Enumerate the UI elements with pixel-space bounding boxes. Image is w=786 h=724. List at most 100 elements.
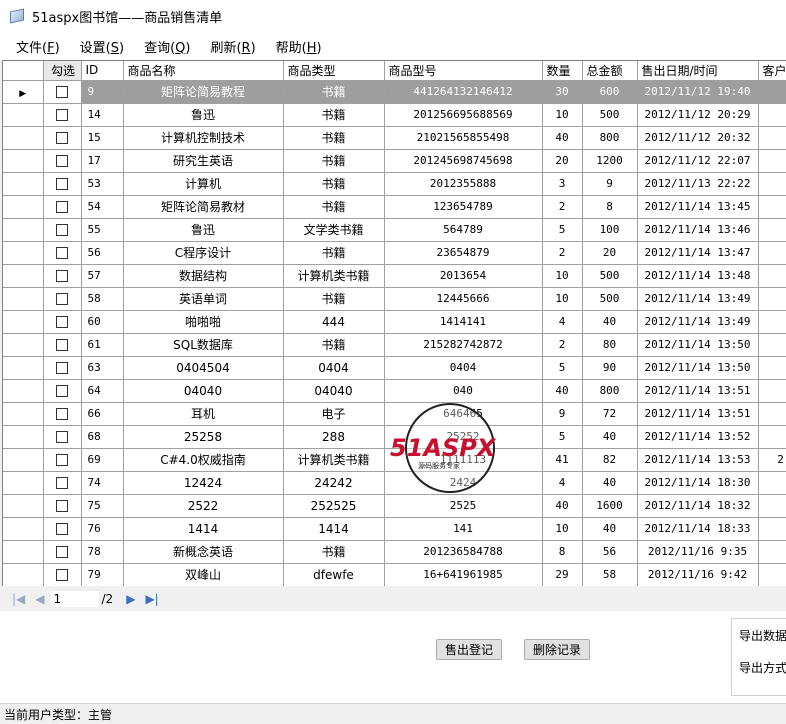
menu-item-h[interactable]: 帮助(H) [276,37,332,56]
cell-name[interactable]: 英语单词 [123,287,284,311]
cell-customer[interactable] [758,563,786,586]
row-header[interactable]: ▶ [3,80,44,104]
table-row[interactable]: ▶ 9 矩阵论简易教程 书籍 441264132146412 30 600 2012/11/1… [3,80,786,104]
last-page-button[interactable]: ▶| [145,592,158,606]
row-checkbox[interactable] [56,270,68,282]
first-page-button[interactable]: |◀ [12,592,25,606]
cell-model[interactable]: 201236584788 [384,540,543,564]
table-row[interactable]: 75 2522 252525 2525 40 1600 2012/11/14 18:32 [3,494,786,518]
cell-date[interactable]: 2012/11/14 13:48 [637,264,759,288]
check-cell[interactable] [43,333,82,357]
cell-name[interactable]: 矩阵论简易教程 [123,80,284,104]
cell-date[interactable]: 2012/11/14 13:49 [637,310,759,334]
row-header[interactable] [3,425,44,449]
cell-qty[interactable]: 5 [542,218,583,242]
row-checkbox[interactable] [56,385,68,397]
check-cell[interactable] [43,425,82,449]
cell-total[interactable]: 800 [582,126,638,150]
cell-qty[interactable]: 29 [542,563,583,586]
check-cell[interactable] [43,103,82,127]
column-header[interactable]: 总金额 [582,61,638,81]
cell-name[interactable]: 0404504 [123,356,284,380]
row-checkbox[interactable] [56,408,68,420]
page-number-input[interactable] [49,590,100,608]
cell-type[interactable]: 计算机类书籍 [283,448,385,472]
cell-name[interactable]: 啪啪啪 [123,310,284,334]
row-header[interactable] [3,241,44,265]
table-row[interactable]: 14 鲁迅 书籍 201256695688569 10 500 2012/11/12 20:… [3,103,786,127]
row-header[interactable] [3,379,44,403]
cell-id[interactable]: 76 [81,517,124,541]
menu-item-s[interactable]: 设置(S) [80,37,134,56]
cell-qty[interactable]: 40 [542,494,583,518]
row-checkbox[interactable] [56,477,68,489]
cell-date[interactable]: 2012/11/13 22:22 [637,172,759,196]
cell-id[interactable]: 9 [81,80,124,104]
column-header[interactable]: 勾选 [43,61,82,81]
row-checkbox[interactable] [56,86,68,98]
cell-model[interactable]: 21021565855498 [384,126,543,150]
cell-model[interactable]: 0404 [384,356,543,380]
cell-name[interactable]: 鲁迅 [123,218,284,242]
cell-qty[interactable]: 9 [542,402,583,426]
column-header[interactable]: 售出日期/时间 [637,61,759,81]
cell-date[interactable]: 2012/11/14 13:49 [637,287,759,311]
cell-total[interactable]: 56 [582,540,638,564]
cell-date[interactable]: 2012/11/14 13:52 [637,425,759,449]
table-row[interactable]: 76 1414 1414 141 10 40 2012/11/14 18:33 [3,517,786,541]
row-checkbox[interactable] [56,546,68,558]
cell-id[interactable]: 61 [81,333,124,357]
cell-qty[interactable]: 41 [542,448,583,472]
cell-qty[interactable]: 10 [542,287,583,311]
cell-model[interactable]: 2525 [384,494,543,518]
row-header[interactable] [3,172,44,196]
table-row[interactable]: 55 鲁迅 文学类书籍 564789 5 100 2012/11/14 13:46 [3,218,786,242]
cell-model[interactable]: 2012355888 [384,172,543,196]
cell-qty[interactable]: 5 [542,356,583,380]
table-row[interactable]: 64 04040 04040 040 40 800 2012/11/14 13:51 [3,379,786,403]
table-row[interactable]: 53 计算机 书籍 2012355888 3 9 2012/11/13 22:22 [3,172,786,196]
cell-type[interactable]: 书籍 [283,126,385,150]
cell-qty[interactable]: 4 [542,471,583,495]
cell-name[interactable]: 耳机 [123,402,284,426]
check-cell[interactable] [43,195,82,219]
cell-total[interactable]: 58 [582,563,638,586]
table-row[interactable]: 66 耳机 电子 646465 9 72 2012/11/14 13:51 [3,402,786,426]
cell-customer[interactable] [758,540,786,564]
check-cell[interactable] [43,356,82,380]
check-cell[interactable] [43,310,82,334]
row-header[interactable] [3,563,44,586]
cell-date[interactable]: 2012/11/14 13:51 [637,379,759,403]
cell-model[interactable]: 1111113 [384,448,543,472]
cell-id[interactable]: 60 [81,310,124,334]
table-row[interactable]: 78 新概念英语 书籍 201236584788 8 56 2012/11/16 9:35 [3,540,786,564]
check-cell[interactable] [43,494,82,518]
table-row[interactable]: 69 C#4.0权威指南 计算机类书籍 1111113 41 82 2012/11/14 1… [3,448,786,472]
cell-type[interactable]: 书籍 [283,333,385,357]
cell-customer[interactable] [758,402,786,426]
cell-customer[interactable] [758,126,786,150]
cell-model[interactable]: 2424 [384,471,543,495]
cell-id[interactable]: 79 [81,563,124,586]
check-cell[interactable] [43,149,82,173]
cell-type[interactable]: 1414 [283,517,385,541]
cell-date[interactable]: 2012/11/14 13:50 [637,356,759,380]
row-header[interactable] [3,218,44,242]
check-cell[interactable] [43,80,82,104]
check-cell[interactable] [43,241,82,265]
cell-model[interactable]: 215282742872 [384,333,543,357]
cell-type[interactable]: 书籍 [283,540,385,564]
check-cell[interactable] [43,402,82,426]
row-header[interactable] [3,494,44,518]
cell-qty[interactable]: 40 [542,126,583,150]
row-header[interactable] [3,517,44,541]
cell-customer[interactable] [758,103,786,127]
cell-qty[interactable]: 2 [542,195,583,219]
cell-name[interactable]: 数据结构 [123,264,284,288]
cell-total[interactable]: 8 [582,195,638,219]
cell-type[interactable]: 书籍 [283,80,385,104]
cell-date[interactable]: 2012/11/14 13:53 [637,448,759,472]
cell-date[interactable]: 2012/11/14 13:51 [637,402,759,426]
row-checkbox[interactable] [56,454,68,466]
cell-customer[interactable]: 2 [758,448,786,472]
